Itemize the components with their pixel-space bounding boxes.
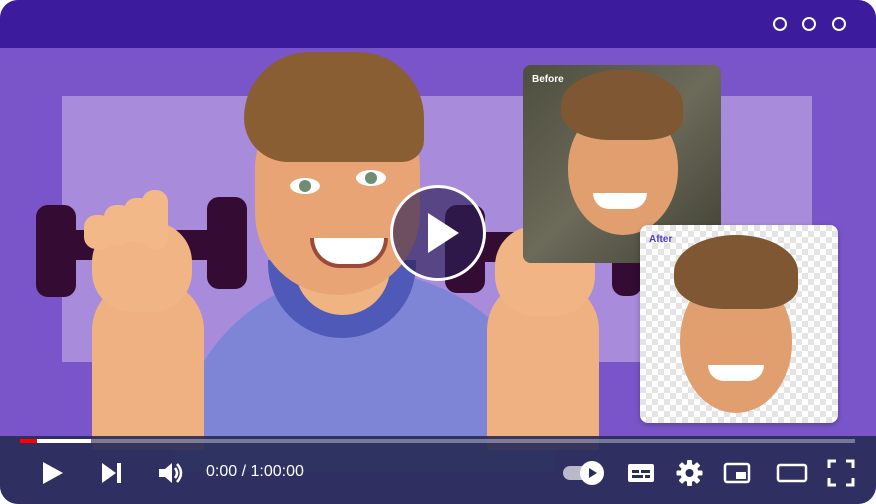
finger [142,190,168,250]
volume-icon [159,463,183,483]
window-titlebar [0,0,876,48]
right-eye [356,170,386,186]
play-icon [428,213,459,253]
after-label: After [649,234,673,245]
center-play-button[interactable] [390,185,486,281]
play-icon [43,462,63,484]
progress-bar[interactable] [20,439,855,443]
skip-next-icon [102,463,121,483]
after-smile [708,365,764,381]
window-dot-icon[interactable] [802,17,816,31]
before-label: Before [532,74,564,85]
left-dumbbell-weight [207,197,247,289]
theater-mode-icon [776,463,808,483]
theater-mode-button[interactable] [775,458,809,488]
progress-played [20,439,37,443]
before-smile [593,193,647,209]
window-dot-icon[interactable] [773,17,787,31]
video-player-window: Before After 0:00 / 1:00:00 [0,0,876,504]
subtitles-icon [628,464,654,482]
fullscreen-icon [827,459,855,487]
window-dot-icon[interactable] [832,17,846,31]
before-hair [561,70,683,140]
subtitles-button[interactable] [626,458,656,488]
miniplayer-button[interactable] [722,458,752,488]
miniplayer-icon [723,462,751,484]
character-hair [244,52,424,162]
settings-button[interactable] [674,458,704,488]
after-photo-card: After [640,225,838,423]
left-eye [290,178,320,194]
settings-gear-icon [676,460,703,486]
time-display: 0:00 / 1:00:00 [206,463,304,480]
autoplay-toggle-knob [580,461,604,485]
play-button[interactable] [38,458,68,488]
after-hair [674,235,798,309]
play-icon [589,468,597,478]
next-button[interactable] [97,458,127,488]
fullscreen-button[interactable] [826,458,856,488]
left-dumbbell-weight [36,205,76,297]
volume-button[interactable] [156,458,186,488]
